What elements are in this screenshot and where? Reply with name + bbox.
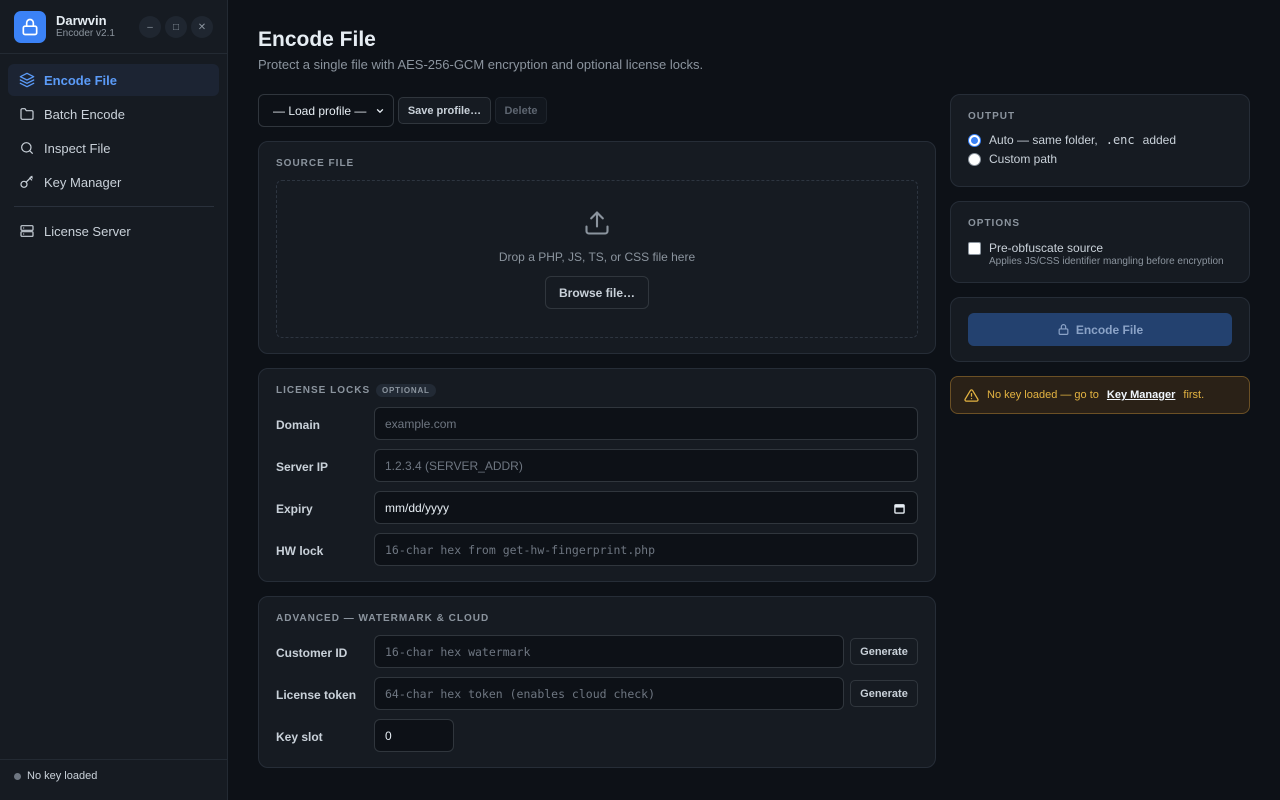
preobfuscate-option[interactable]: Pre-obfuscate source	[968, 241, 1103, 255]
license-locks-card: LICENSE LOCKS OPTIONAL Domain example.co…	[258, 368, 936, 582]
maximize-button[interactable]: □	[165, 16, 187, 38]
card-title: OPTIONS	[968, 218, 1021, 229]
search-icon	[21, 142, 33, 154]
browse-file-button[interactable]: Browse file…	[545, 276, 649, 309]
preobfuscate-hint: Applies JS/CSS identifier mangling befor…	[989, 256, 1224, 267]
key-slot-label: Key slot	[276, 730, 323, 744]
status-dot-icon	[14, 772, 21, 780]
no-key-warning: No key loaded — go to Key Manager first.	[950, 376, 1250, 414]
key-manager-link[interactable]: Key Manager	[1107, 389, 1175, 401]
domain-label: Domain	[276, 418, 321, 432]
output-card: OUTPUT Auto — same folder, .enc added Cu…	[950, 94, 1250, 187]
sidebar-item-license-server[interactable]: License Server	[8, 215, 219, 247]
source-file-card: SOURCE FILE Drop a PHP, JS, TS, or CSS f…	[258, 141, 936, 354]
page-subtitle: Protect a single file with AES-256-GCM e…	[258, 57, 704, 72]
preobfuscate-checkbox[interactable]	[968, 241, 981, 255]
card-title: SOURCE FILE	[276, 158, 355, 169]
server-ip-label: Server IP	[276, 460, 329, 474]
app-version: Encoder v2.1	[56, 28, 115, 39]
license-token-label: License token	[276, 688, 357, 702]
optional-badge: OPTIONAL	[376, 384, 436, 397]
page-title: Encode File	[258, 28, 376, 51]
dropzone-text: Drop a PHP, JS, TS, or CSS file here	[498, 250, 696, 264]
customer-id-label: Customer ID	[276, 646, 348, 660]
customer-id-input[interactable]: 16-char hex watermark	[374, 635, 844, 668]
card-title: OUTPUT	[968, 111, 1016, 122]
delete-profile-button[interactable]: Delete	[495, 97, 547, 124]
card-title: LICENSE LOCKS	[276, 385, 371, 396]
sidebar-item-inspect-file[interactable]: Inspect File	[8, 132, 219, 164]
expiry-label: Expiry	[276, 502, 313, 516]
divider	[0, 53, 227, 54]
server-ip-input[interactable]: 1.2.3.4 (SERVER_ADDR)	[374, 449, 918, 482]
sidebar-item-label: Key Manager	[44, 174, 122, 190]
output-custom-radio[interactable]	[968, 152, 981, 166]
save-profile-button[interactable]: Save profile…	[398, 97, 491, 124]
license-token-input[interactable]: 64-char hex token (enables cloud check)	[374, 677, 844, 710]
calendar-icon[interactable]	[894, 503, 905, 514]
app-name: Darwvin	[56, 13, 107, 28]
sidebar-item-encode-file[interactable]: Encode File	[8, 64, 219, 96]
expiry-value: mm/dd/yyyy	[385, 500, 450, 515]
sidebar-item-label: Batch Encode	[44, 106, 125, 122]
warning-icon	[964, 388, 979, 402]
output-custom-label: Custom path	[989, 152, 1058, 166]
advanced-card: ADVANCED — WATERMARK & CLOUD Customer ID…	[258, 596, 936, 768]
sidebar-item-label: Encode File	[44, 72, 117, 88]
chevron-down-icon	[376, 109, 384, 113]
encode-file-label: Encode File	[1075, 322, 1144, 337]
file-dropzone[interactable]: Drop a PHP, JS, TS, or CSS file here Bro…	[276, 180, 918, 338]
minimize-button[interactable]: –	[139, 16, 161, 38]
sidebar-item-batch-encode[interactable]: Batch Encode	[8, 98, 219, 130]
nav-divider	[14, 206, 214, 207]
server-icon	[20, 225, 34, 237]
key-icon	[20, 175, 33, 188]
hw-lock-label: HW lock	[276, 544, 324, 558]
card-title: ADVANCED — WATERMARK & CLOUD	[276, 613, 490, 624]
layers-icon	[19, 72, 35, 88]
key-status-text: No key loaded	[27, 770, 98, 782]
sidebar-item-label: Inspect File	[44, 140, 111, 156]
generate-license-token-button[interactable]: Generate	[850, 680, 918, 707]
divider	[0, 759, 227, 760]
lock-icon	[14, 11, 46, 43]
upload-icon	[585, 211, 609, 235]
lock-icon	[1058, 324, 1069, 335]
output-auto-suffix: added	[1142, 133, 1177, 147]
domain-input[interactable]: example.com	[374, 407, 918, 440]
generate-customer-id-button[interactable]: Generate	[850, 638, 918, 665]
encode-file-button[interactable]: Encode File	[968, 313, 1232, 346]
close-button[interactable]: ✕	[191, 16, 213, 38]
warning-text: No key loaded — go to	[987, 389, 1099, 401]
output-auto-option[interactable]: Auto — same folder, .enc added	[968, 133, 1176, 147]
warning-suffix: first.	[1183, 389, 1205, 401]
output-auto-label: Auto — same folder,	[989, 133, 1098, 147]
sidebar-item-key-manager[interactable]: Key Manager	[8, 166, 219, 198]
expiry-date-input[interactable]: mm/dd/yyyy	[374, 491, 918, 524]
folder-icon	[20, 108, 34, 120]
hw-lock-input[interactable]: 16-char hex from get-hw-fingerprint.php	[374, 533, 918, 566]
key-slot-input[interactable]: 0	[374, 719, 454, 752]
encode-action-card: Encode File	[950, 297, 1250, 362]
output-ext-code: .enc	[1105, 133, 1135, 147]
profile-select-value: — Load profile —	[273, 103, 367, 118]
preobfuscate-label: Pre-obfuscate source	[989, 241, 1104, 255]
profile-select[interactable]: — Load profile —	[258, 94, 394, 127]
output-auto-radio[interactable]	[968, 133, 981, 147]
sidebar-item-label: License Server	[44, 223, 131, 239]
output-custom-option[interactable]: Custom path	[968, 152, 1057, 166]
options-card: OPTIONS Pre-obfuscate source Applies JS/…	[950, 201, 1250, 283]
sidebar: Darwvin Encoder v2.1 – □ ✕ Encode File B…	[0, 0, 228, 800]
key-status: No key loaded	[14, 770, 97, 782]
